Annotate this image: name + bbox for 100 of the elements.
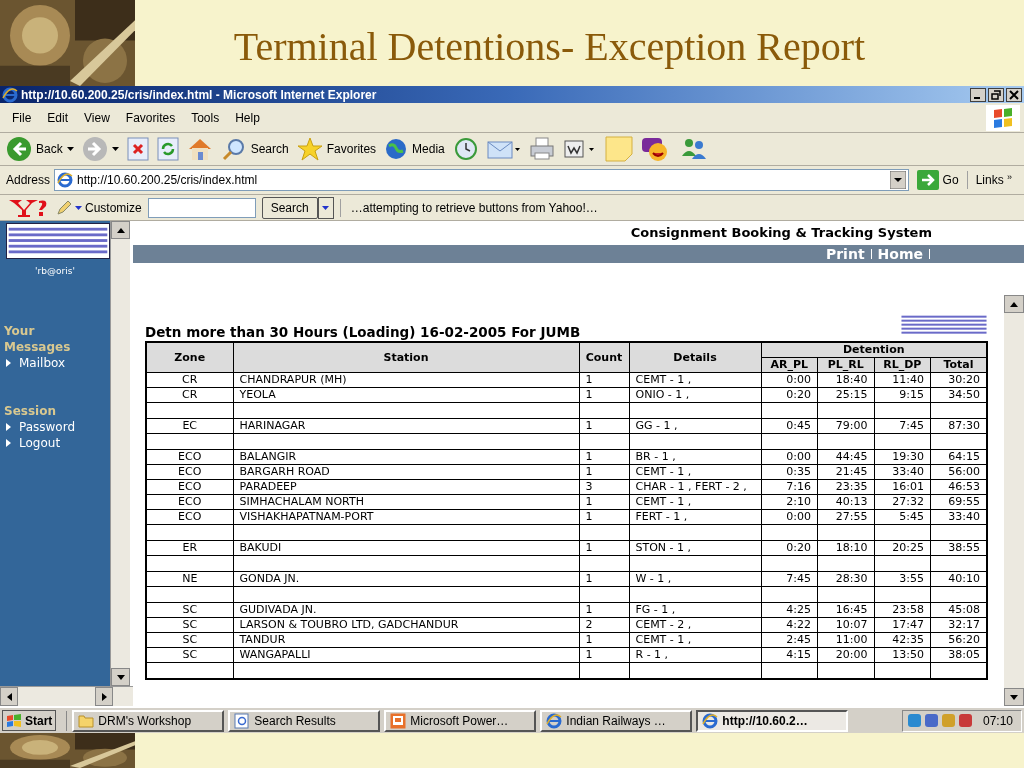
content-scrollbar[interactable] [1004, 295, 1024, 706]
table-cell: 21:45 [817, 464, 874, 480]
scroll-up-arrow-icon[interactable] [1010, 301, 1018, 307]
dropdown-arrow-icon[interactable] [889, 171, 906, 189]
taskbar-button[interactable]: http://10.60.2… [696, 709, 849, 732]
table-cell: LARSON & TOUBRO LTD, GADCHANDUR [233, 617, 579, 633]
table-cell: 25:15 [817, 387, 874, 403]
windows-flag-icon[interactable] [6, 713, 22, 728]
table-cell: 40:10 [930, 571, 987, 587]
start-button[interactable]: Start [2, 710, 57, 731]
table-cell: 34:50 [930, 387, 987, 403]
table-cell: 33:40 [930, 509, 987, 525]
menu-item[interactable]: View [76, 108, 118, 127]
table-cell: FERT - 1 , [629, 509, 761, 525]
menu-item[interactable]: Tools [183, 108, 228, 127]
table-cell: ECO [146, 479, 233, 495]
table-cell: 1 [579, 387, 629, 403]
yahoo-status-text: …attempting to retrieve buttons from Yahoo!… [339, 198, 598, 217]
table-cell: ONIO - 1 , [629, 387, 761, 403]
table-cell: 7:45 [761, 571, 818, 587]
search-icon[interactable] [220, 137, 247, 161]
table-cell: 16:45 [817, 602, 874, 618]
table-cell: CHANDRAPUR (MH) [233, 372, 579, 388]
back-toolbar-button[interactable]: Back [6, 136, 74, 162]
scroll-up-arrow-icon[interactable] [116, 227, 125, 233]
table-cell: 27:55 [817, 509, 874, 525]
document-w-icon[interactable] [562, 137, 597, 161]
scroll-left-arrow-icon[interactable] [6, 692, 12, 701]
yahoo-search-button[interactable]: Search [261, 196, 318, 219]
table-cell: CR [146, 387, 233, 403]
menu-item[interactable]: Favorites [117, 108, 184, 127]
table-cell: 45:08 [930, 602, 987, 618]
search-options-button[interactable] [317, 196, 334, 219]
table-cell: NE [146, 571, 233, 587]
taskbar-button[interactable]: Microsoft Power… [384, 709, 537, 732]
table-cell: BAKUDI [233, 540, 579, 556]
table-cell: 1 [579, 509, 629, 525]
pencil-icon[interactable] [56, 199, 72, 216]
yahoo-search-field[interactable] [147, 197, 256, 218]
media-toolbar-button[interactable]: Media [384, 137, 445, 161]
table-cell: 11:00 [817, 632, 874, 648]
tray-icon[interactable] [957, 713, 973, 728]
table-cell: 87:30 [930, 418, 987, 434]
links-button[interactable]: Links $^{»}$ [966, 171, 1018, 189]
vertical-scrollbar[interactable] [110, 221, 130, 686]
refresh-icon[interactable] [156, 137, 179, 161]
dropdown-arrow-icon[interactable] [75, 205, 82, 210]
table-cell: 11:40 [874, 372, 931, 388]
table-cell: BR - 1 , [629, 449, 761, 465]
table-cell: 0:20 [761, 540, 818, 556]
table-cell: 4:22 [761, 617, 818, 633]
table-cell: 46:53 [930, 479, 987, 495]
user-label: 'rb@oris' [34, 265, 76, 278]
tray-icon[interactable] [906, 713, 922, 728]
horizontal-scrollbar[interactable] [0, 686, 133, 706]
table-cell: 32:17 [930, 617, 987, 633]
table-cell: BARGARH ROAD [233, 464, 579, 480]
dropdown-arrow-icon[interactable] [322, 205, 330, 210]
nav-link[interactable]: Print [825, 243, 865, 265]
stop-icon[interactable] [126, 137, 149, 161]
search-page-icon [234, 712, 251, 729]
menu-item[interactable]: File [4, 108, 40, 127]
table-cell: 44:45 [817, 449, 874, 465]
table-cell: 33:40 [874, 464, 931, 480]
table-cell: CEMT - 2 , [629, 617, 761, 633]
sidebar-link[interactable]: Logout [0, 434, 110, 451]
taskbar-button[interactable]: Indian Railways … [540, 709, 693, 732]
table-cell: 19:30 [874, 449, 931, 465]
sidebar-link[interactable]: Mailbox [0, 354, 110, 371]
search-toolbar-button[interactable]: Search [220, 137, 289, 161]
table-cell: 0:00 [761, 372, 818, 388]
star-icon[interactable] [296, 137, 323, 161]
globe-icon[interactable] [384, 137, 409, 161]
dropdown-arrow-icon[interactable] [111, 147, 119, 151]
table-cell: CR [146, 372, 233, 388]
table-cell: 79:00 [817, 418, 874, 434]
customize-button[interactable]: Customize [56, 198, 142, 217]
table-cell: STON - 1 , [629, 540, 761, 556]
nav-link[interactable]: Home [877, 243, 923, 265]
menu-item[interactable]: Edit [39, 108, 77, 127]
table-cell: ECO [146, 494, 233, 510]
table-cell: 3:55 [874, 571, 931, 587]
favorites-toolbar-button[interactable]: Favorites [296, 137, 377, 161]
table-cell: CHAR - 1 , FERT - 2 , [629, 479, 761, 495]
menu-item[interactable]: Help [227, 108, 268, 127]
scroll-right-arrow-icon[interactable] [101, 692, 107, 701]
taskbar-button[interactable]: Search Results [228, 709, 381, 732]
sidebar-link[interactable]: Password [0, 418, 110, 435]
dropdown-arrow-icon[interactable] [66, 147, 74, 151]
table-cell: 2 [579, 617, 629, 633]
go-button[interactable]: Go [912, 170, 963, 190]
table-cell: CEMT - 1 , [629, 464, 761, 480]
tray-icon[interactable] [923, 713, 939, 728]
printer-icon[interactable] [528, 137, 555, 161]
table-cell: 56:00 [930, 464, 987, 480]
address-field[interactable]: http://10.60.200.25/cris/index.html [54, 169, 909, 191]
table-cell: 23:35 [817, 479, 874, 495]
scroll-down-arrow-icon[interactable] [1010, 694, 1018, 700]
scroll-down-arrow-icon[interactable] [116, 674, 125, 680]
taskbar-button[interactable]: DRM's Workshop [72, 709, 225, 732]
